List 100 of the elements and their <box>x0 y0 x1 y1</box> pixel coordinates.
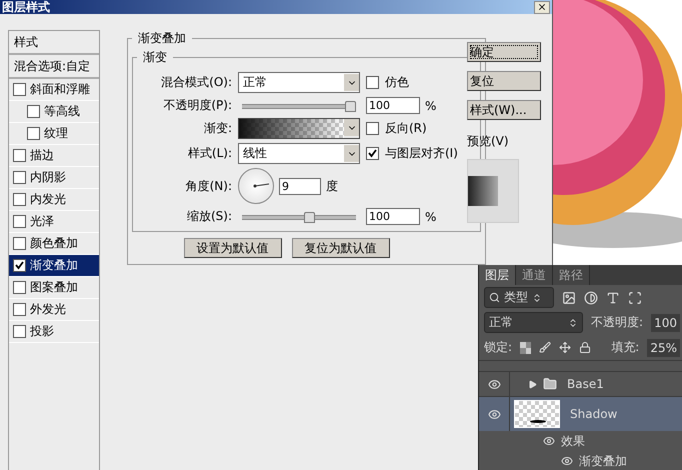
blend-mode-select[interactable]: 正常 <box>238 72 360 93</box>
checkbox[interactable] <box>366 122 379 135</box>
item-label: 内阴影 <box>30 169 66 186</box>
checkbox[interactable] <box>13 83 26 96</box>
circle-icon[interactable] <box>584 290 598 304</box>
field-label: 不透明度(P): <box>162 97 232 114</box>
panel-tab[interactable]: 图层 <box>479 265 516 285</box>
folder-icon <box>543 377 557 391</box>
item-label: 颜色叠加 <box>30 235 78 252</box>
list-item[interactable]: 渐变叠加 <box>9 255 99 277</box>
lock-label: 锁定: <box>484 339 512 356</box>
checkbox-label: 与图层对齐(I) <box>385 145 458 162</box>
list-item[interactable]: 图案叠加 <box>9 277 99 299</box>
opacity-input[interactable]: 100 <box>366 97 420 114</box>
gradient-picker[interactable] <box>238 118 360 139</box>
list-item[interactable]: 斜面和浮雕 <box>9 79 99 101</box>
checkbox[interactable] <box>366 76 379 89</box>
expand-arrow-icon[interactable] <box>528 380 537 388</box>
dialog-button[interactable]: 确定 <box>467 42 541 62</box>
item-label: 纹理 <box>44 125 68 142</box>
field-label: 渐变: <box>202 120 232 137</box>
opacity-label: 不透明度: <box>591 314 644 331</box>
item-label: 投影 <box>30 323 54 340</box>
brush-icon[interactable] <box>539 341 552 354</box>
unit-label: 度 <box>326 178 338 194</box>
scale-input[interactable]: 100 <box>366 208 420 225</box>
checkbox[interactable] <box>13 171 26 184</box>
angle-input[interactable]: 9 <box>279 178 321 194</box>
default-button[interactable]: 复位为默认值 <box>292 238 390 258</box>
group-title: 渐变 <box>142 49 168 66</box>
dial-needle-icon <box>253 183 269 188</box>
checkbox[interactable] <box>13 149 26 162</box>
group-title: 渐变叠加 <box>137 30 187 47</box>
item-label: 等高线 <box>44 103 80 120</box>
unit-label: % <box>425 210 436 224</box>
list-header: 样式 <box>9 31 99 55</box>
slider-thumb[interactable] <box>304 212 315 222</box>
default-button[interactable]: 设置为默认值 <box>184 238 282 258</box>
eye-icon[interactable] <box>543 435 555 447</box>
checkbox[interactable] <box>13 259 26 272</box>
field-label: 样式(L): <box>186 145 232 162</box>
checkbox-label: 反向(R) <box>385 120 427 137</box>
fill-field[interactable]: 25% <box>647 338 680 356</box>
updown-icon <box>568 318 578 328</box>
layer-thumbnail <box>514 400 560 428</box>
item-label: 图案叠加 <box>30 279 78 296</box>
field-label: 角度(N): <box>184 178 232 194</box>
checkbox[interactable] <box>13 193 26 206</box>
list-item[interactable]: 等高线 <box>9 101 99 123</box>
image-icon[interactable] <box>562 290 576 304</box>
list-item[interactable]: 描边 <box>9 145 99 167</box>
opacity-field[interactable]: 100 <box>651 314 680 332</box>
checkbox[interactable] <box>13 325 26 338</box>
effect-name: 渐变叠加 <box>579 452 627 470</box>
list-item[interactable]: 外发光 <box>9 299 99 321</box>
checker-icon[interactable] <box>520 342 532 354</box>
list-item[interactable]: 内发光 <box>9 189 99 211</box>
panel-tab[interactable]: 路径 <box>553 265 590 285</box>
layer-row[interactable]: Shadow <box>479 396 682 431</box>
updown-icon <box>532 292 542 302</box>
frame-icon[interactable] <box>628 290 642 304</box>
list-item[interactable]: 纹理 <box>9 123 99 145</box>
checkbox[interactable] <box>13 215 26 228</box>
checkbox[interactable] <box>366 147 379 160</box>
item-label: 斜面和浮雕 <box>30 81 90 98</box>
list-item[interactable]: 投影 <box>9 321 99 343</box>
search-icon <box>489 292 500 303</box>
window-title: 图层样式 <box>2 0 50 14</box>
checkbox[interactable] <box>13 237 26 250</box>
dialog-button[interactable]: 样式(W)... <box>467 100 541 120</box>
checkbox[interactable] <box>27 127 40 140</box>
dialog-button[interactable]: 复位 <box>467 71 541 91</box>
panel-tab[interactable]: 通道 <box>516 265 553 285</box>
blend-mode-select[interactable]: 正常 <box>484 312 584 333</box>
checkbox-label: 仿色 <box>385 74 409 91</box>
item-label: 描边 <box>30 147 54 164</box>
item-label: 渐变叠加 <box>30 257 78 274</box>
eye-icon[interactable] <box>561 455 573 467</box>
eye-icon[interactable] <box>488 378 500 390</box>
lock-icon[interactable] <box>579 341 592 354</box>
checkbox[interactable] <box>13 303 26 316</box>
checkbox[interactable] <box>13 281 26 294</box>
text-icon[interactable] <box>606 290 620 304</box>
style-select[interactable]: 线性 <box>238 143 360 164</box>
list-item[interactable]: 混合选项:自定 <box>9 55 99 79</box>
item-label: 内发光 <box>30 191 66 208</box>
item-label: 外发光 <box>30 301 66 318</box>
move-icon[interactable] <box>559 341 572 354</box>
preview-label: 预览(V) <box>467 133 510 150</box>
slider-thumb[interactable] <box>345 100 356 112</box>
filter-select[interactable]: 类型 <box>484 287 554 308</box>
item-label: 光泽 <box>30 213 54 230</box>
angle-dial[interactable] <box>238 168 274 204</box>
layer-name: Shadow <box>570 407 618 421</box>
list-item[interactable]: 内阴影 <box>9 167 99 189</box>
checkbox[interactable] <box>27 105 40 118</box>
close-icon <box>537 2 547 12</box>
list-item[interactable]: 光泽 <box>9 211 99 233</box>
close-button[interactable] <box>534 0 550 14</box>
eye-icon[interactable] <box>488 408 500 420</box>
